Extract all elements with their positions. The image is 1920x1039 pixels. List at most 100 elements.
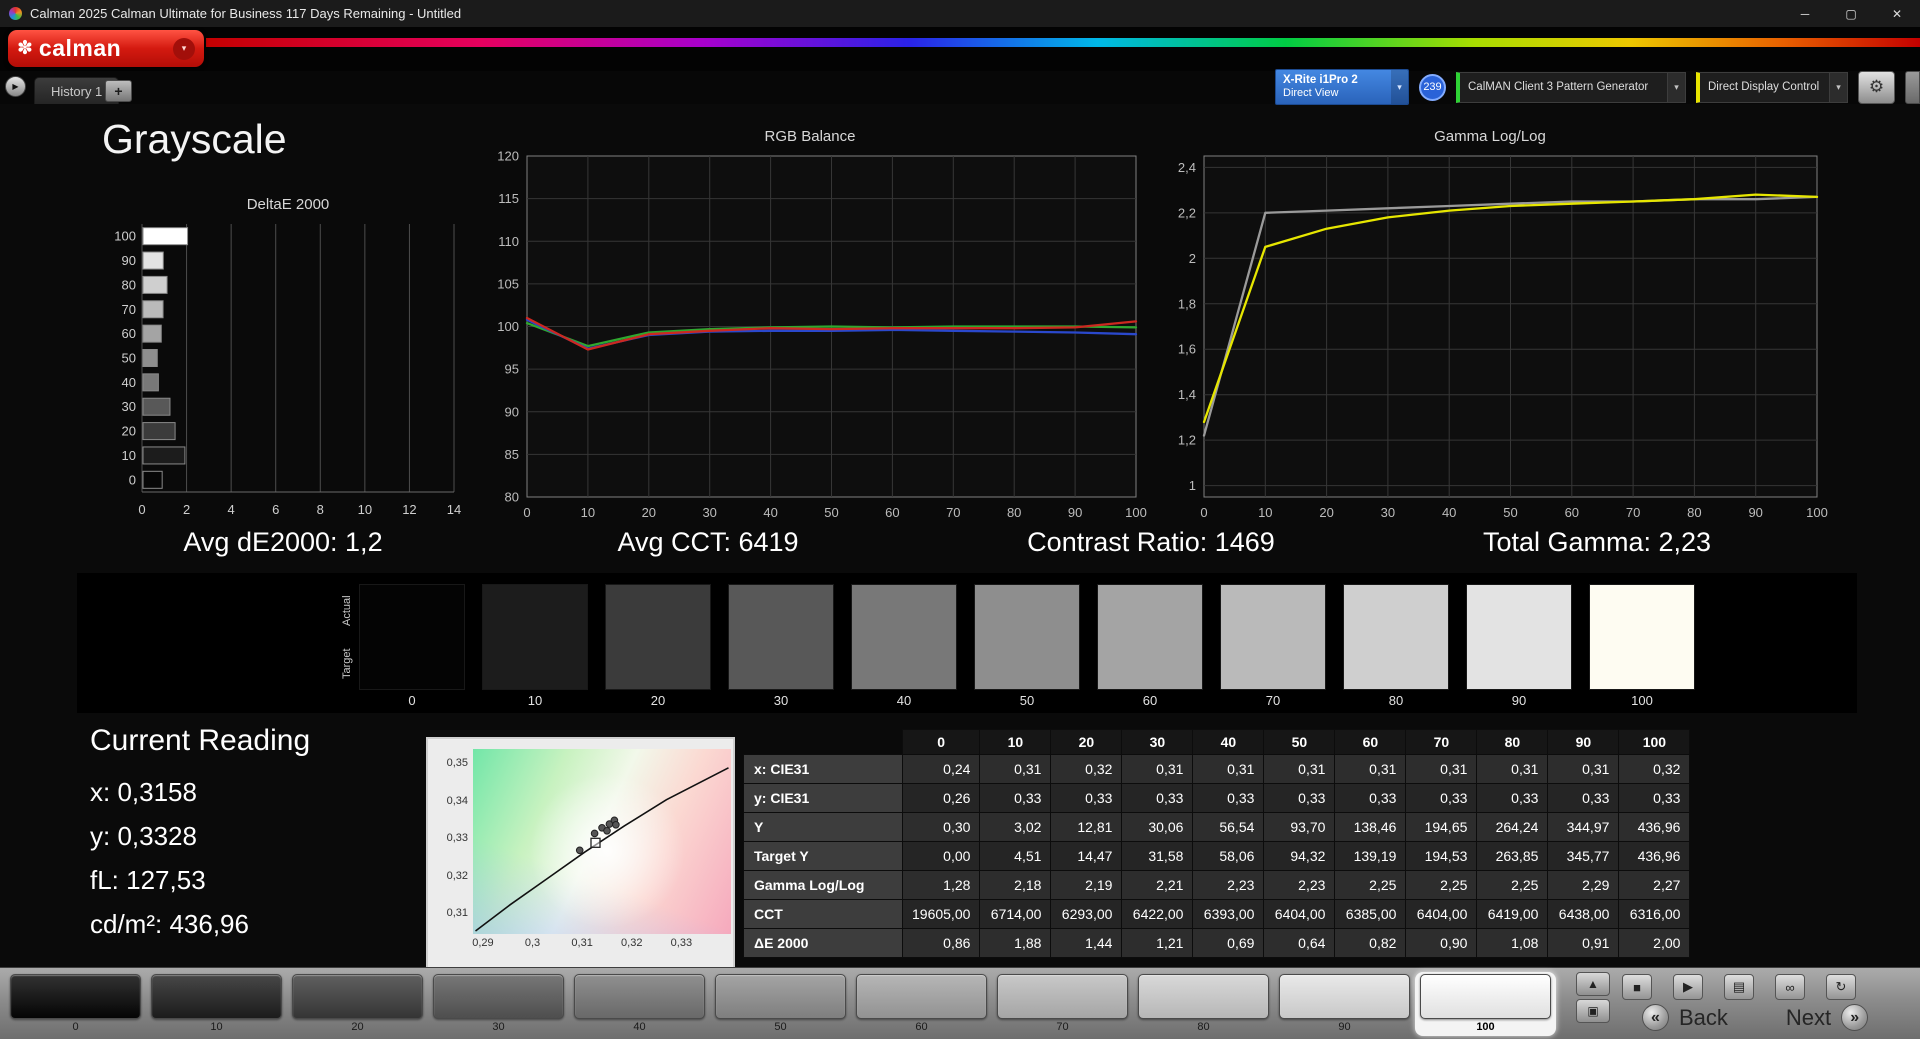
table-cell: 0,30 — [901, 812, 981, 842]
pattern-button-30[interactable]: 30 — [428, 972, 569, 1036]
table-cell: 1,88 — [979, 928, 1052, 958]
refresh-button[interactable]: ↻ — [1826, 974, 1856, 1000]
stat-avg-cct: Avg CCT: 6419 — [617, 527, 799, 557]
swatch-level-label: 100 — [1631, 693, 1653, 708]
play-button[interactable]: ▶ — [1673, 974, 1703, 1000]
table-cell: 2,23 — [1263, 870, 1336, 900]
table-cell: 58,06 — [1192, 841, 1265, 871]
back-button[interactable]: « — [1642, 1004, 1669, 1031]
pattern-button-20[interactable]: 20 — [287, 972, 428, 1036]
save-button[interactable]: ▤ — [1724, 974, 1754, 1000]
table-cell: 19605,00 — [901, 899, 981, 929]
save-icon: ▤ — [1732, 979, 1746, 994]
minimize-button[interactable]: ─ — [1782, 0, 1828, 27]
pattern-level-label: 20 — [351, 1021, 364, 1033]
table-row: x: CIE31 0,24 0,31 0,32 0,31 0,31 0,31 0,31 0,31… — [743, 754, 1691, 784]
svg-text:60: 60 — [122, 326, 136, 341]
window-controls: ─ ▢ ✕ — [1782, 0, 1920, 27]
table-cell: 345,77 — [1547, 841, 1620, 871]
swatch-100: 100 — [1589, 584, 1695, 708]
cie-y-tick: 0,32 — [446, 869, 468, 882]
swatch-80: 80 — [1343, 584, 1449, 708]
table-cell: 1,21 — [1121, 928, 1194, 958]
display-control-dropdown[interactable]: Direct Display Control ▾ — [1696, 71, 1848, 103]
table-cell: 2,25 — [1476, 870, 1549, 900]
svg-text:12: 12 — [402, 502, 416, 517]
table-cell: 6422,00 — [1121, 899, 1194, 929]
pattern-button-50[interactable]: 50 — [710, 972, 851, 1036]
add-tab-button[interactable]: + — [105, 80, 132, 102]
link-button[interactable]: ∞ — [1775, 974, 1805, 1000]
table-cell: 0,90 — [1405, 928, 1478, 958]
svg-text:70: 70 — [122, 302, 136, 317]
cie-x-tick: 0,3 — [524, 937, 541, 949]
play-icon: ▶ — [1683, 979, 1693, 994]
table-cell: 6404,00 — [1405, 899, 1478, 929]
svg-text:40: 40 — [763, 505, 777, 520]
pattern-button-40[interactable]: 40 — [569, 972, 710, 1036]
swatch-level-label: 80 — [1388, 693, 1404, 708]
pattern-button-100[interactable]: 100 — [1415, 972, 1556, 1036]
table-cell: 0,69 — [1192, 928, 1265, 958]
settings-button[interactable]: ⚙ — [1858, 70, 1895, 104]
swatch-level-label: 10 — [527, 693, 543, 708]
svg-text:60: 60 — [1565, 505, 1579, 520]
pattern-swatch — [1138, 974, 1269, 1019]
stop-button[interactable]: ■ — [1622, 974, 1652, 1000]
current-reading-y: y: 0,3328 — [90, 821, 197, 851]
svg-text:2,2: 2,2 — [1178, 205, 1196, 220]
table-column-header: 20 — [1050, 729, 1123, 755]
bottom-bar: 0 10 20 30 40 50 60 70 80 90 100 ▲ ▣ ■ ▶ ▤ ∞ ↻ « B… — [0, 967, 1920, 1039]
table-cell: 0,32 — [1050, 754, 1123, 784]
table-cell: 0,33 — [1263, 783, 1336, 813]
pattern-panel-controls: ▲ ▣ — [1576, 972, 1610, 1026]
cie-x-tick: 0,33 — [670, 937, 693, 949]
table-cell: 436,96 — [1618, 812, 1691, 842]
svg-text:105: 105 — [497, 276, 519, 291]
pattern-button-60[interactable]: 60 — [851, 972, 992, 1036]
table-cell: 94,32 — [1263, 841, 1336, 871]
calman-menu-button[interactable]: ✽ calman ▾ — [8, 30, 204, 67]
table-row-label: ΔE 2000 — [743, 928, 903, 958]
table-column-header: 60 — [1334, 729, 1407, 755]
table-cell: 0,91 — [1547, 928, 1620, 958]
swatch-0: 0 — [359, 584, 465, 708]
table-cell: 6404,00 — [1263, 899, 1336, 929]
pattern-button-0[interactable]: 0 — [5, 972, 146, 1036]
pattern-button-10[interactable]: 10 — [146, 972, 287, 1036]
page-title: Grayscale — [102, 116, 287, 162]
pattern-swatch — [10, 974, 141, 1019]
collapse-panel-button[interactable]: ▲ — [1576, 972, 1610, 996]
maximize-button[interactable]: ▢ — [1828, 0, 1874, 27]
pattern-generator-dropdown[interactable]: CalMAN Client 3 Pattern Generator ▾ — [1456, 71, 1686, 103]
pattern-level-label: 60 — [915, 1021, 928, 1033]
next-button[interactable]: » — [1841, 1004, 1869, 1031]
pattern-level-label: 30 — [492, 1021, 505, 1033]
table-cell: 0,31 — [1263, 754, 1336, 784]
table-cell: 0,31 — [1547, 754, 1620, 784]
table-cell: 0,00 — [901, 841, 981, 871]
close-button[interactable]: ✕ — [1874, 0, 1920, 27]
pattern-button-90[interactable]: 90 — [1274, 972, 1415, 1036]
table-column-header: 70 — [1405, 729, 1478, 755]
svg-text:40: 40 — [122, 375, 136, 390]
pattern-level-label: 50 — [774, 1021, 787, 1033]
svg-text:90: 90 — [122, 253, 136, 268]
table-cell: 6714,00 — [979, 899, 1052, 929]
grayscale-swatch-strip: Actual Target 0 10 20 30 40 50 60 70 80 90 100 — [77, 573, 1857, 713]
deltae-chart: DeltaE 2000 0 2 4 6 8 10 12 14 100 90 80 70 60 50 40 30… — [108, 196, 468, 526]
pattern-swatch — [1420, 974, 1551, 1019]
tab-scroll-button[interactable]: ▶ — [5, 76, 26, 97]
table-cell: 0,26 — [901, 783, 981, 813]
edge-panel-button[interactable] — [1905, 70, 1920, 104]
svg-text:0: 0 — [129, 472, 136, 487]
gamma-chart: Gamma Log/Log 1 1,2 1,4 1,6 1,8 2 2,2 2,4 0 10 20 3… — [1150, 128, 1830, 528]
svg-text:120: 120 — [497, 149, 519, 164]
pattern-window-button[interactable]: ▣ — [1576, 999, 1610, 1023]
refresh-icon: ↻ — [1835, 979, 1847, 994]
pattern-button-70[interactable]: 70 — [992, 972, 1133, 1036]
meter-dropdown[interactable]: X-Rite i1Pro 2 Direct View ▾ — [1275, 69, 1409, 105]
pattern-button-80[interactable]: 80 — [1133, 972, 1274, 1036]
svg-text:1,4: 1,4 — [1178, 387, 1196, 402]
table-row: Y 0,30 3,02 12,81 30,06 56,54 93,70 138,46 194,6… — [743, 812, 1691, 842]
